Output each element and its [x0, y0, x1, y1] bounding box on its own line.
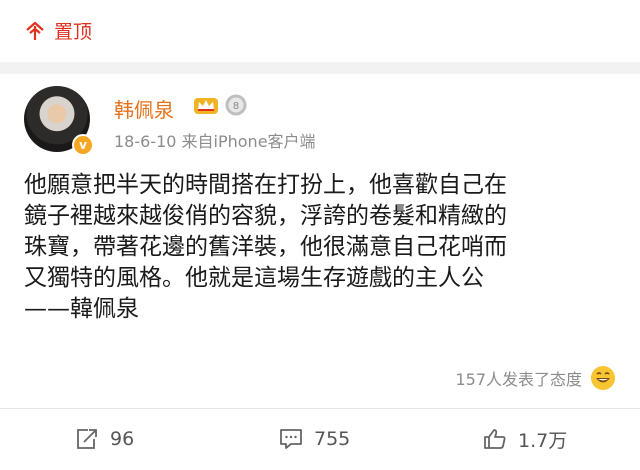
- share-button[interactable]: 96: [74, 424, 134, 454]
- attitude-text: 157人发表了态度: [455, 370, 582, 389]
- action-divider: [0, 408, 640, 409]
- verified-badge-icon: v: [72, 134, 94, 156]
- comment-icon: [280, 429, 302, 449]
- content-line: ——韓佩泉: [24, 296, 139, 322]
- post-meta: 18-6-10 来自iPhone客户端: [114, 132, 316, 151]
- share-count: 96: [110, 428, 135, 450]
- comment-button[interactable]: 755: [278, 424, 350, 454]
- content-line: 又獨特的風格。他就是這場生存遊戲的主人公: [24, 265, 484, 291]
- share-icon: [77, 429, 97, 449]
- username[interactable]: 韩佩泉: [114, 94, 174, 123]
- like-icon: [484, 429, 506, 449]
- comment-count: 755: [314, 428, 351, 450]
- smile-emoji-icon: [591, 366, 615, 390]
- section-divider: [0, 62, 640, 74]
- top-bar: 置顶: [0, 0, 640, 62]
- content-line: 珠寶，帶著花邊的舊洋裝，他很滿意自己花哨而: [24, 234, 507, 260]
- pin-label: 置顶: [54, 21, 93, 43]
- like-button[interactable]: 1.7万: [482, 424, 567, 454]
- like-count: 1.7万: [518, 429, 568, 452]
- content-line: 他願意把半天的時間搭在打扮上，他喜歡自己在: [24, 172, 507, 198]
- crown-icon[interactable]: [193, 94, 219, 116]
- attitude-summary[interactable]: 157人发表了态度: [455, 364, 616, 392]
- content-line: 鏡子裡越來越俊俏的容貌，浮誇的卷髮和精緻的: [24, 203, 507, 229]
- svg-text:8: 8: [233, 101, 239, 112]
- medal-icon[interactable]: 8: [224, 93, 248, 117]
- pin-to-top-icon: [26, 21, 44, 40]
- post-content: 他願意把半天的時間搭在打扮上，他喜歡自己在 鏡子裡越來越俊俏的容貌，浮誇的卷髮和…: [24, 170, 624, 325]
